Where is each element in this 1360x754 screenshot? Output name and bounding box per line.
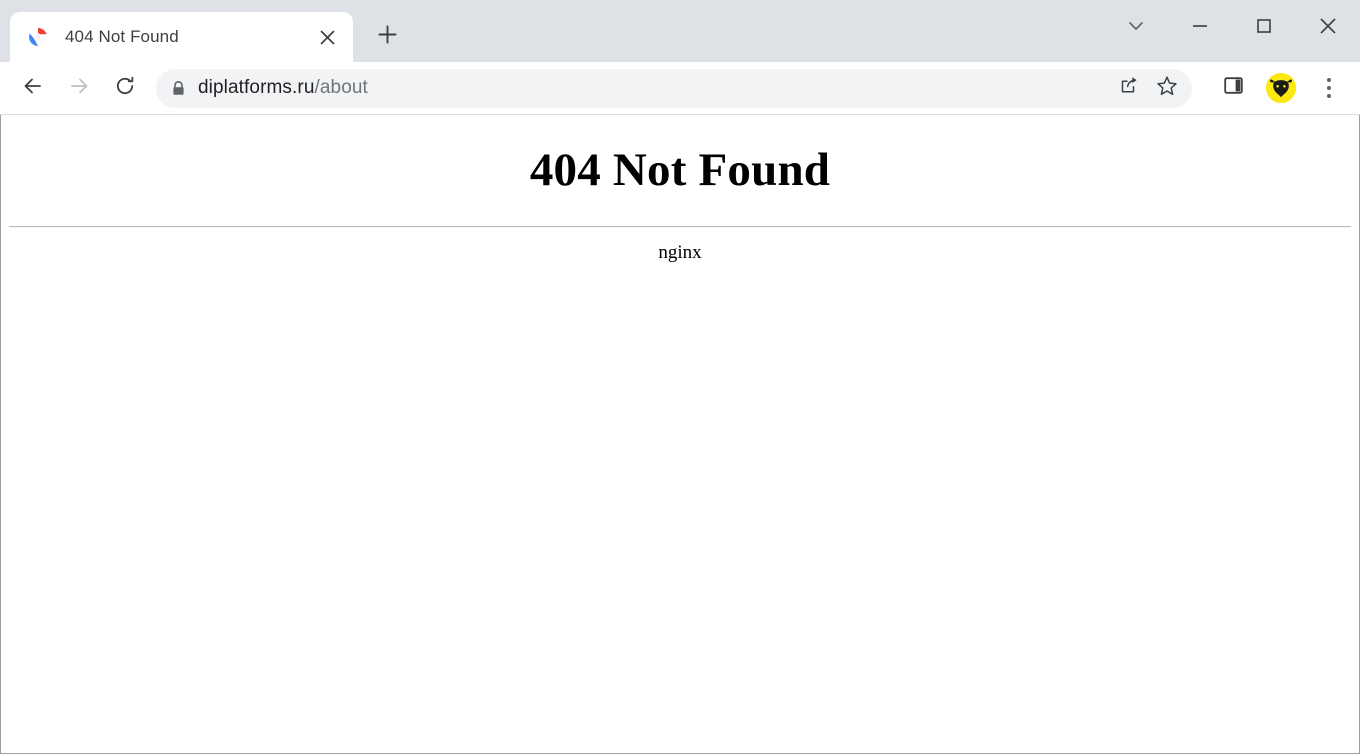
side-panel-button[interactable] [1214, 69, 1252, 107]
page-title: 404 Not Found [529, 144, 831, 196]
minimize-icon [1190, 16, 1210, 41]
browser-window: 404 Not Found diplatforms.ru/about 404 N… [0, 0, 1360, 754]
lock-icon[interactable] [160, 70, 196, 106]
browser-tab[interactable]: 404 Not Found [10, 12, 353, 62]
plus-icon [378, 25, 397, 49]
arrow-left-icon [22, 75, 44, 102]
window-controls [1104, 0, 1360, 56]
tab-list: 404 Not Found [0, 0, 407, 62]
new-tab-button[interactable] [367, 17, 407, 57]
share-icon [1119, 75, 1140, 101]
url-text: diplatforms.ru/about [196, 77, 1110, 99]
tab-title: 404 Not Found [65, 27, 179, 46]
url-host: diplatforms.ru [198, 77, 315, 98]
bull-head-avatar-icon [1266, 73, 1296, 103]
reload-button[interactable] [106, 69, 144, 107]
url-path: /about [314, 77, 368, 98]
chevron-down-icon [1126, 16, 1146, 41]
profile-button[interactable] [1262, 69, 1300, 107]
arrow-right-icon [68, 75, 90, 102]
share-button[interactable] [1110, 69, 1148, 107]
maximize-icon [1254, 16, 1274, 41]
close-icon [1317, 15, 1339, 42]
page-viewport: 404 Not Found nginx [0, 115, 1360, 754]
maximize-button[interactable] [1232, 0, 1296, 56]
chrome-multicolor-favicon-icon [28, 27, 48, 47]
bookmark-button[interactable] [1148, 69, 1186, 107]
reload-icon [114, 75, 136, 102]
address-bar[interactable]: diplatforms.ru/about [156, 68, 1192, 108]
side-panel-icon [1223, 75, 1244, 101]
tab-close-icon[interactable] [313, 23, 341, 51]
menu-dot [1327, 78, 1331, 82]
toolbar-right-actions [1204, 69, 1348, 107]
browser-toolbar: diplatforms.ru/about [0, 62, 1360, 115]
tab-strip: 404 Not Found [0, 0, 1360, 62]
horizontal-divider [9, 226, 1351, 229]
minimize-button[interactable] [1168, 0, 1232, 56]
menu-dot [1327, 86, 1331, 90]
omnibox-actions [1110, 69, 1186, 107]
nginx-error-page: 404 Not Found nginx [1, 115, 1359, 753]
server-signature: nginx [658, 242, 702, 264]
menu-dot [1327, 94, 1331, 98]
back-button[interactable] [14, 69, 52, 107]
forward-button [60, 69, 98, 107]
tab-search-button[interactable] [1104, 0, 1168, 56]
three-dots-menu-button[interactable] [1310, 69, 1348, 107]
close-window-button[interactable] [1296, 0, 1360, 56]
star-icon [1156, 75, 1178, 102]
